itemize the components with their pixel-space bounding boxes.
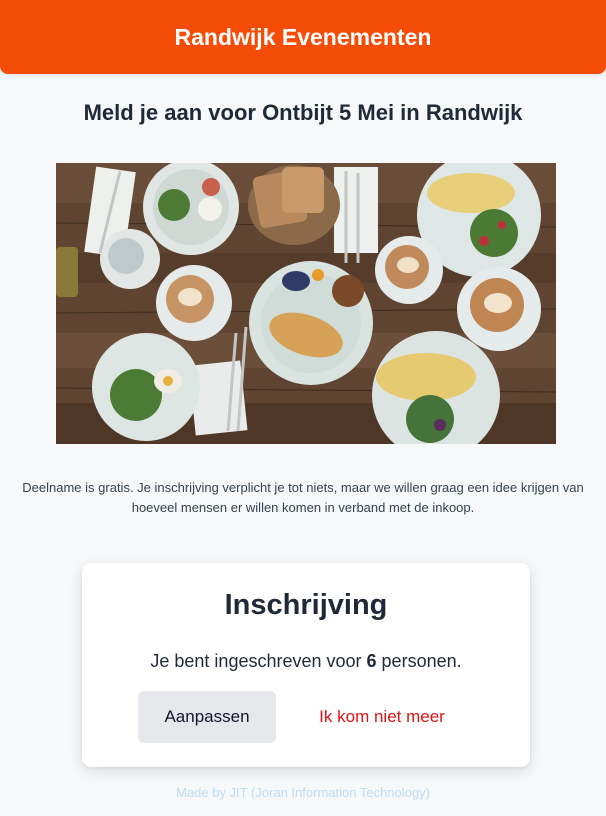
status-prefix: Je bent ingeschreven voor [150, 651, 367, 671]
page-title: Meld je aan voor Ontbijt 5 Mei in Randwi… [83, 100, 523, 125]
edit-registration-button[interactable]: Aanpassen [138, 691, 276, 743]
registration-status: Je bent ingeschreven voor 6 personen. [82, 651, 530, 672]
registration-card: Inschrijving Je bent ingeschreven voor 6… [82, 563, 530, 767]
status-suffix: personen. [376, 651, 462, 671]
cancel-registration-button[interactable]: Ik kom niet meer [304, 691, 460, 743]
site-title: Randwijk Evenementen [174, 23, 432, 50]
breakfast-photo-illustration [56, 163, 556, 444]
breakfast-photo [56, 163, 556, 444]
app-header: Randwijk Evenementen [0, 0, 606, 74]
registration-title: Inschrijving [224, 589, 388, 621]
footer-credit: Made by JIT (Joran Information Technolog… [176, 785, 430, 800]
intro-text: Deelname is gratis. Je inschrijving verp… [22, 480, 584, 515]
participant-count: 6 [366, 651, 377, 671]
